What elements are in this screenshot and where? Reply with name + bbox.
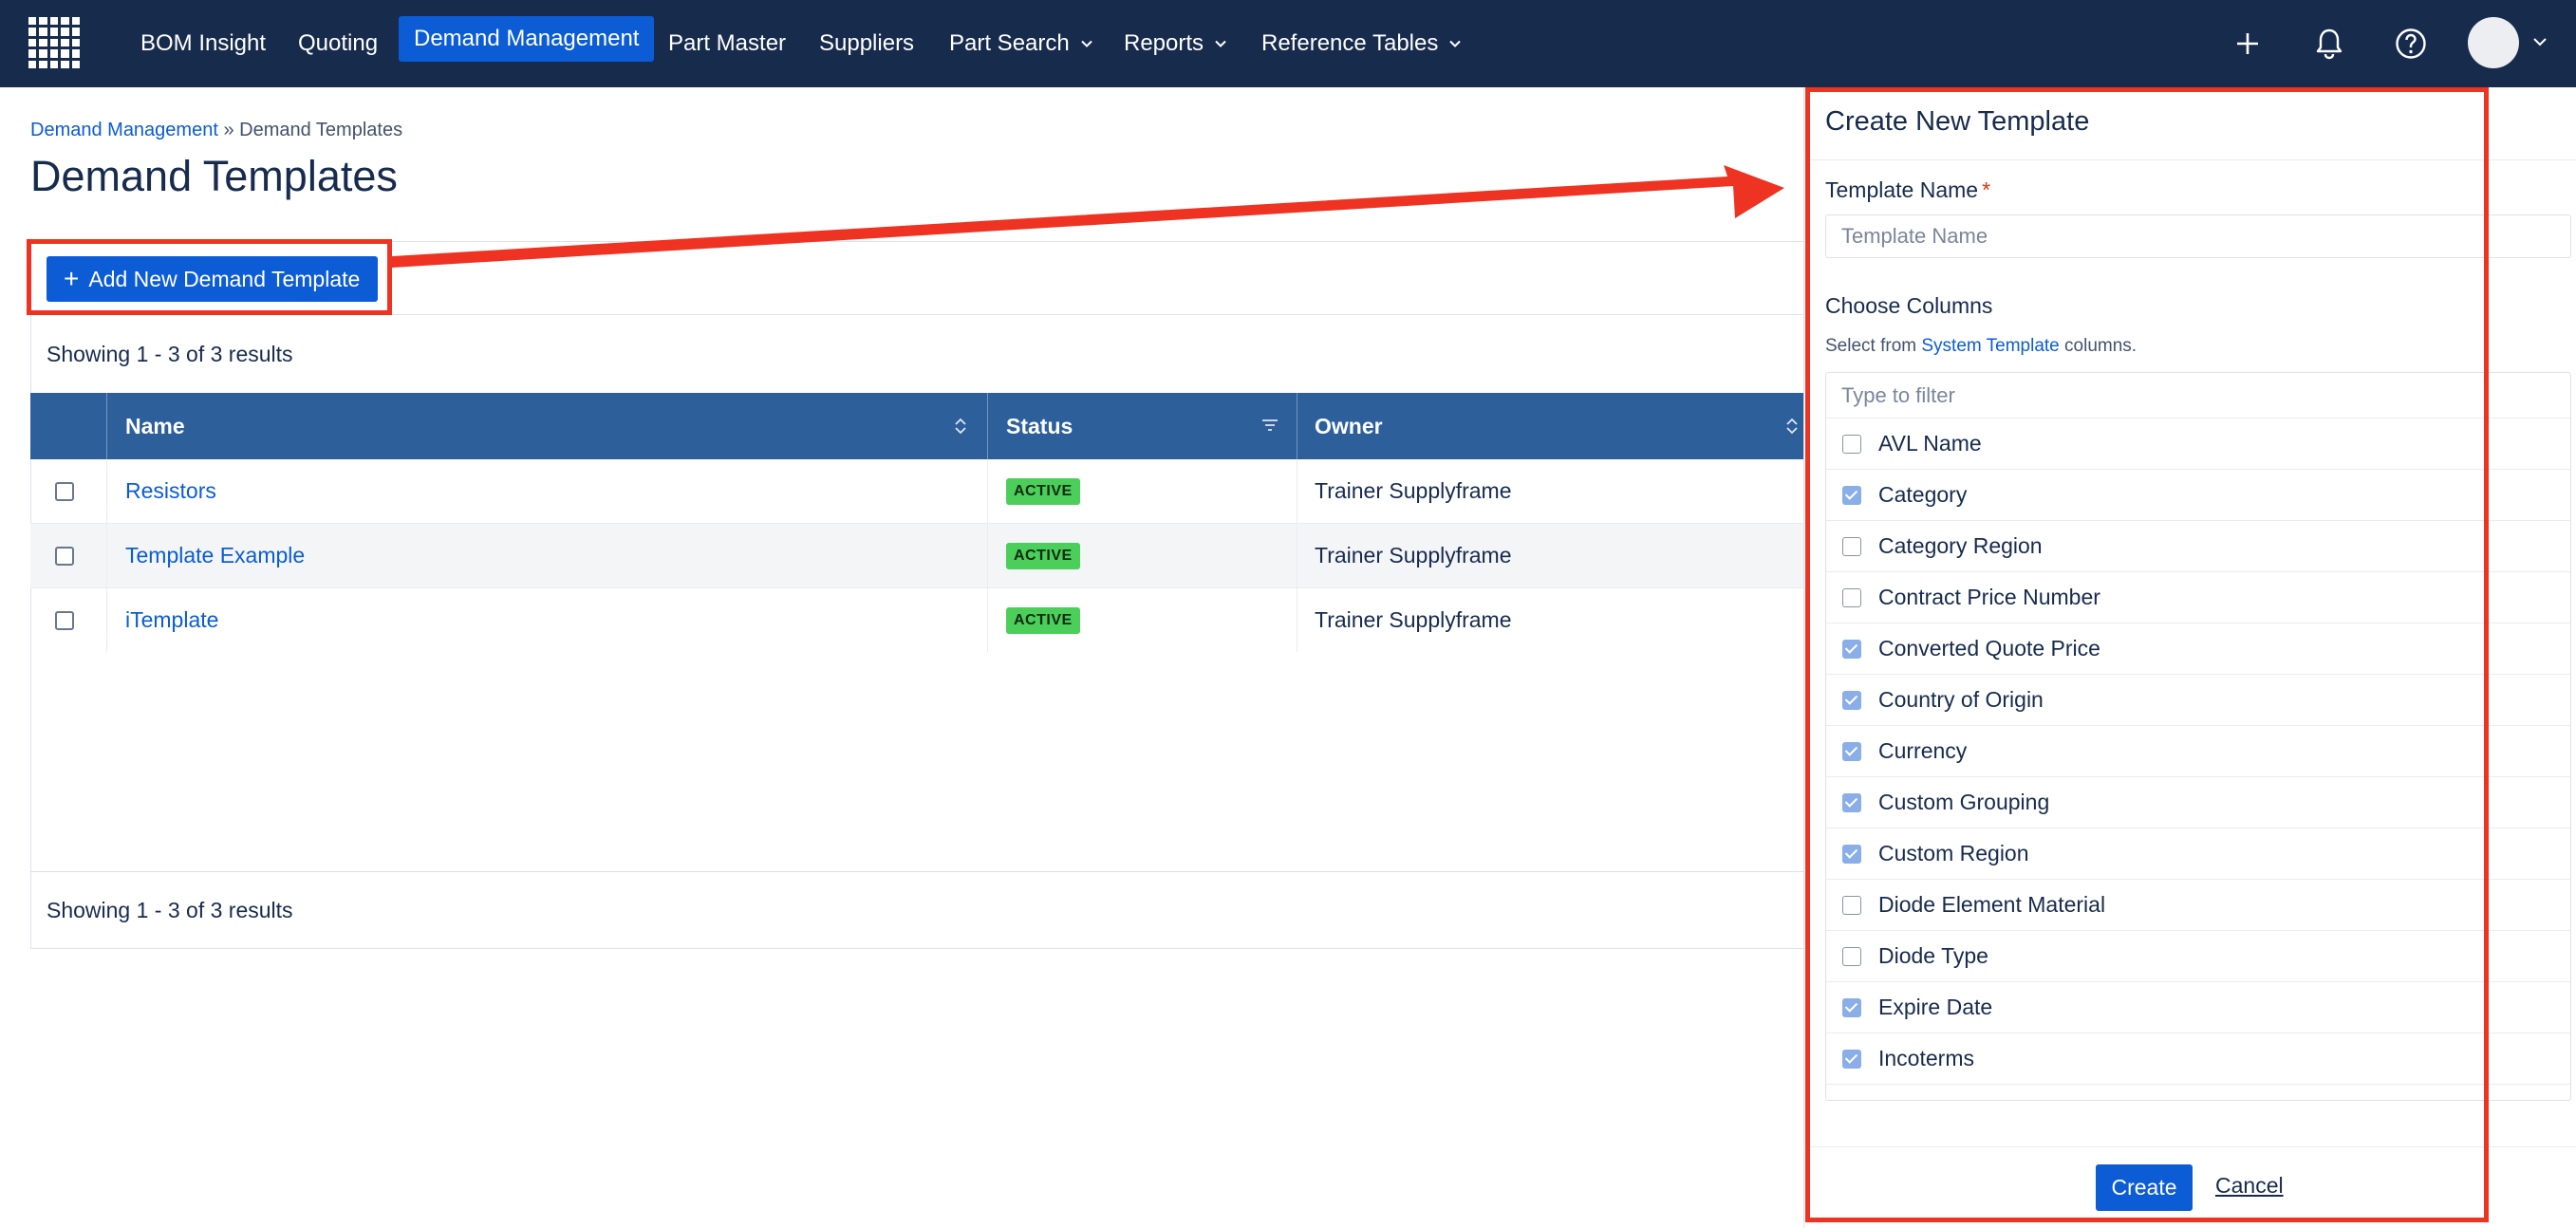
template-name-link[interactable]: Template Example <box>125 543 305 568</box>
results-count-bottom: Showing 1 - 3 of 3 results <box>47 898 293 922</box>
chevron-down-icon <box>1081 40 1092 47</box>
filter-icon[interactable] <box>1260 417 1279 436</box>
nav-item-suppliers[interactable]: Suppliers <box>804 0 929 87</box>
nav-item-quoting[interactable]: Quoting <box>283 0 393 87</box>
table-row: Resistors ACTIVE Trainer Supplyframe <box>30 459 1815 524</box>
breadcrumb-separator: » <box>223 120 234 140</box>
nav-item-part-search[interactable]: Part Search <box>934 0 1108 87</box>
plus-icon[interactable] <box>2223 19 2272 68</box>
row-checkbox[interactable] <box>55 588 74 652</box>
bell-icon[interactable] <box>2305 19 2354 68</box>
column-header-owner[interactable]: Owner <box>1315 393 1383 459</box>
page-title: Demand Templates <box>30 152 398 200</box>
table-row: Template Example ACTIVE Trainer Supplyfr… <box>30 524 1815 588</box>
results-count-top: Showing 1 - 3 of 3 results <box>47 342 293 366</box>
top-navigation-bar: BOM Insight Quoting Demand Management Pa… <box>0 0 2576 87</box>
sort-icon[interactable] <box>951 417 970 436</box>
column-separator <box>987 393 988 459</box>
row-checkbox[interactable] <box>55 459 74 523</box>
nav-item-demand-management[interactable]: Demand Management <box>399 16 655 62</box>
chevron-down-icon <box>1449 40 1462 47</box>
column-separator <box>106 393 107 459</box>
status-badge: ACTIVE <box>1006 542 1080 569</box>
breadcrumb-link-demand-management[interactable]: Demand Management <box>30 120 218 140</box>
sort-icon[interactable] <box>1783 417 1801 436</box>
owner-cell: Trainer Supplyframe <box>1315 607 1512 632</box>
nav-item-part-master[interactable]: Part Master <box>653 0 801 87</box>
table-header: Name Status Owner <box>30 393 1815 459</box>
template-name-link[interactable]: iTemplate <box>125 607 218 633</box>
divider <box>31 871 1815 872</box>
status-badge: ACTIVE <box>1006 606 1080 634</box>
nav-item-reports[interactable]: Reports <box>1109 0 1241 87</box>
breadcrumb-current: Demand Templates <box>239 120 403 140</box>
table-row: iTemplate ACTIVE Trainer Supplyframe <box>30 588 1815 653</box>
breadcrumb: Demand Management » Demand Templates <box>30 120 402 141</box>
owner-cell: Trainer Supplyframe <box>1315 478 1512 503</box>
row-checkbox[interactable] <box>55 524 74 587</box>
owner-cell: Trainer Supplyframe <box>1315 543 1512 567</box>
nav-item-reference-tables[interactable]: Reference Tables <box>1246 0 1476 87</box>
annotation-highlight-panel <box>1805 87 2489 1222</box>
app-logo-grid-icon[interactable] <box>28 17 80 68</box>
status-badge: ACTIVE <box>1006 477 1080 505</box>
nav-item-bom-insight[interactable]: BOM Insight <box>125 0 281 87</box>
annotation-highlight-add-button <box>27 239 392 315</box>
avatar[interactable] <box>2468 17 2519 68</box>
template-name-link[interactable]: Resistors <box>125 478 216 504</box>
chevron-down-icon <box>1215 40 1226 47</box>
column-header-name[interactable]: Name <box>125 393 185 459</box>
chevron-down-icon[interactable] <box>2532 34 2548 49</box>
help-icon[interactable] <box>2386 19 2436 68</box>
column-header-status[interactable]: Status <box>1006 393 1073 459</box>
